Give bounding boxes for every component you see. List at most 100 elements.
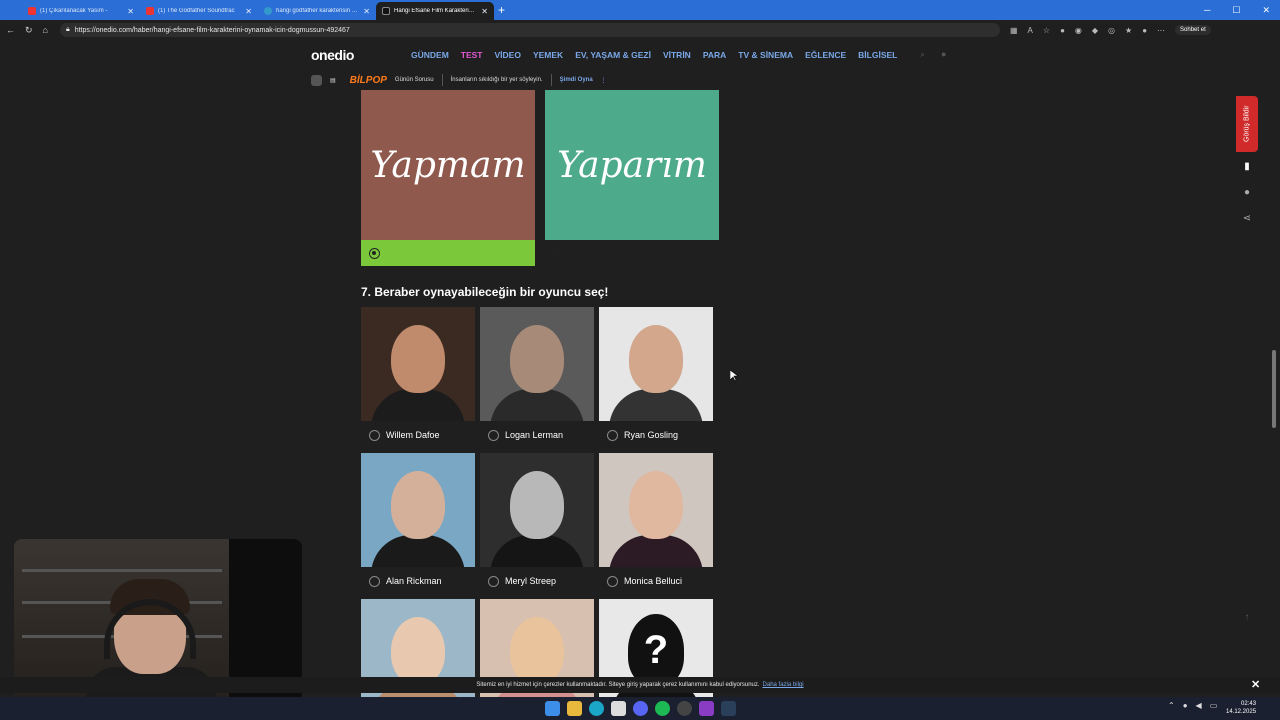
close-window-icon[interactable]: ✕ [1262,5,1270,16]
nav-item[interactable]: YEMEK [533,50,563,60]
browser-tab[interactable]: hangi godfather karakterisin - Goo ✕ [258,2,376,20]
profile-icon[interactable]: ● [1142,26,1147,35]
actor-photo[interactable]: ? [599,599,713,713]
actor-label[interactable]: Willem Dafoe [361,424,475,446]
new-tab-button[interactable]: + [498,3,505,17]
radio-button[interactable] [488,429,499,441]
close-icon[interactable]: ✕ [481,7,488,16]
close-icon[interactable]: ✕ [363,7,370,16]
actor-option[interactable]: Monica Belluci [599,453,713,592]
option-card-yapmam[interactable]: Yapmam [361,90,535,240]
maximize-icon[interactable]: ☐ [1232,5,1240,16]
close-icon[interactable]: ✕ [1251,678,1260,691]
actor-option[interactable]: Willem Dafoe [361,307,475,446]
actor-photo[interactable] [361,453,475,567]
nav-item[interactable]: EV, YAŞAM & GEZİ [575,50,651,60]
browser-tab-active[interactable]: Hangi Efsane Film Karakterini Oyn ✕ [376,2,494,20]
radio-button[interactable] [488,575,499,587]
steam-icon[interactable] [721,701,736,716]
nav-item[interactable]: VİDEO [495,50,521,60]
spotify-icon[interactable] [655,701,670,716]
search-icon[interactable]: ⌕ [920,49,925,60]
chevron-up-icon[interactable]: ⌃ [1168,701,1175,710]
nav-item[interactable]: TV & SİNEMA [738,50,793,60]
close-icon[interactable]: ✕ [245,7,252,16]
copilot-chat-button[interactable]: Sohbet et [1175,25,1211,35]
feedback-button[interactable]: Görüş Bildir [1236,96,1258,152]
volume-icon[interactable]: ◀ [1196,701,1202,710]
actor-label[interactable]: Ryan Gosling [599,424,713,446]
menu-icon[interactable]: ⋯ [1157,26,1165,35]
actor-option[interactable] [480,599,594,713]
actor-photo[interactable] [599,307,713,421]
discord-icon[interactable] [633,701,648,716]
nav-item[interactable]: EĞLENCE [805,50,846,60]
app-icon[interactable] [677,701,692,716]
url-field[interactable]: 🔒︎ https://onedio.com/haber/hangi-efsane… [59,23,1000,37]
scrollbar-thumb[interactable] [1272,350,1276,428]
favorite-star-icon[interactable]: ☆ [1043,26,1050,35]
user-icon[interactable]: ● [941,49,946,60]
option-bar-selected[interactable] [361,240,535,266]
windows-start-icon[interactable] [545,701,560,716]
actor-label[interactable]: Monica Belluci [599,570,713,592]
actor-label[interactable]: Logan Lerman [480,424,594,446]
extension-icon[interactable]: ◉ [1075,26,1082,35]
actor-photo[interactable] [480,599,594,713]
actor-photo[interactable] [599,453,713,567]
nav-item-active[interactable]: TEST [461,50,483,60]
radio-button[interactable] [369,429,380,441]
minimize-icon[interactable]: ─ [1204,5,1210,16]
actor-option[interactable]: Alan Rickman [361,453,475,592]
nav-item[interactable]: BİLGİSEL [858,50,897,60]
share-icon[interactable]: ⋖ [1241,213,1253,225]
actor-photo[interactable] [480,453,594,567]
actor-label[interactable]: Alan Rickman [361,570,475,592]
more-icon[interactable]: ⋮ [601,77,607,84]
browser-tab[interactable]: (1) Çıkarılanacak Yasım - ✕ [22,2,140,20]
radio-button[interactable] [607,429,618,441]
actor-option[interactable]: ? [599,599,713,713]
actor-photo[interactable] [480,307,594,421]
network-icon[interactable]: ▭ [1210,701,1218,710]
file-explorer-icon[interactable] [567,701,582,716]
nav-item[interactable]: PARA [703,50,726,60]
nav-item[interactable]: GÜNDEM [411,50,449,60]
menu-list-icon[interactable]: ▤ [330,77,336,84]
option-card-yaparim[interactable]: Yaparım [545,90,719,240]
scroll-top-icon[interactable]: ↑ [1241,612,1253,624]
extension-icon[interactable]: ● [1060,26,1065,35]
actor-option[interactable] [361,599,475,713]
app-icon[interactable] [699,701,714,716]
radio-selected[interactable] [369,248,380,259]
radio-button[interactable] [369,575,380,587]
favorites-icon[interactable]: ★ [1125,26,1132,35]
mic-icon[interactable]: ● [1183,701,1188,710]
home-icon[interactable]: ⌂ [43,25,48,35]
actor-option[interactable]: Logan Lerman [480,307,594,446]
option-bar[interactable] [545,240,719,266]
actor-photo[interactable] [361,307,475,421]
bookmark-icon[interactable]: ▮ [1241,161,1253,173]
site-logo[interactable]: onedio [311,47,354,63]
browser-tab[interactable]: (1) The Godfather Soundtrac ✕ [140,2,258,20]
play-now-link[interactable]: Şimdi Oyna [560,77,593,83]
radio-button[interactable] [607,575,618,587]
bilpop-logo[interactable]: BİLPOP [350,75,387,86]
cookie-more-link[interactable]: Daha fazla bilgi [763,682,804,688]
nav-item[interactable]: VİTRİN [663,50,691,60]
actor-photo[interactable] [361,599,475,713]
read-aloud-icon[interactable]: A [1028,26,1033,35]
actor-option[interactable]: Ryan Gosling [599,307,713,446]
store-icon[interactable] [611,701,626,716]
reload-icon[interactable]: ↻ [25,25,33,36]
actor-option[interactable]: Meryl Streep [480,453,594,592]
grid-icon[interactable]: ▦ [1010,26,1018,35]
extension-icon[interactable]: ◆ [1092,26,1098,35]
comment-icon[interactable]: ● [1241,187,1253,199]
edge-icon[interactable] [589,701,604,716]
extension-icon[interactable]: ◎ [1108,26,1115,35]
apps-icon[interactable] [311,74,322,86]
taskbar-clock[interactable]: 02:43 14.12.2025 [1226,700,1256,716]
close-icon[interactable]: ✕ [127,7,134,16]
